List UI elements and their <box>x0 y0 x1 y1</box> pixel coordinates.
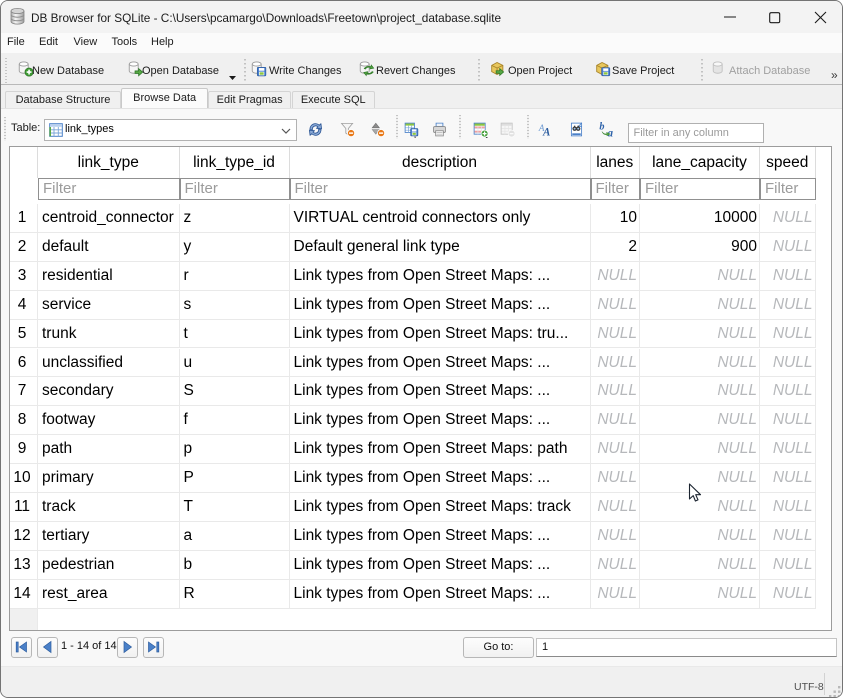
svg-text:A: A <box>542 126 550 138</box>
svg-text:b: b <box>599 122 604 133</box>
svg-text:a: a <box>608 127 614 138</box>
